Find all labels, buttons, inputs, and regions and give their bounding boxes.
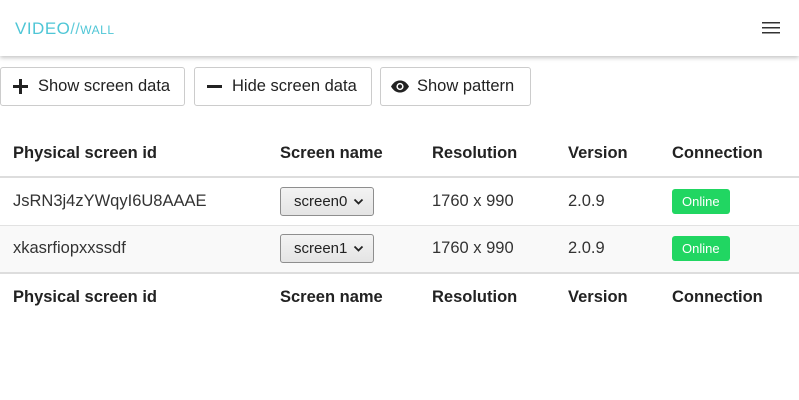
table-row: JsRN3j4zYWqyI6U8AAAE screen0 1760 x 990 … bbox=[0, 177, 799, 225]
footer-col-version: Version bbox=[568, 287, 628, 306]
minus-icon bbox=[206, 78, 223, 95]
footer-col-screen-name: Screen name bbox=[280, 287, 383, 306]
footer-col-connection: Connection bbox=[672, 287, 763, 306]
col-resolution[interactable]: Resolution bbox=[419, 130, 555, 177]
resolution-cell: 1760 x 990 bbox=[432, 239, 514, 258]
table-body: JsRN3j4zYWqyI6U8AAAE screen0 1760 x 990 … bbox=[0, 177, 799, 273]
col-connection[interactable]: Connection bbox=[659, 130, 799, 177]
connection-cell: Online bbox=[659, 225, 799, 273]
hide-screen-data-label: Hide screen data bbox=[232, 77, 357, 95]
table-header: Physical screen id Screen name Resolutio… bbox=[0, 130, 799, 177]
version-cell: 2.0.9 bbox=[568, 239, 605, 258]
table-footer: Physical screen id Screen name Resolutio… bbox=[0, 273, 799, 320]
brand-logo[interactable]: VIDEO//WALL bbox=[15, 19, 115, 40]
show-screen-data-button[interactable]: Show screen data bbox=[0, 67, 185, 106]
status-badge: Online bbox=[672, 236, 730, 262]
version-cell: 2.0.9 bbox=[568, 191, 605, 210]
brand-wall-text: WALL bbox=[80, 23, 115, 37]
physical-screen-id-cell: JsRN3j4zYWqyI6U8AAAE bbox=[13, 191, 207, 210]
show-screen-data-label: Show screen data bbox=[38, 77, 171, 95]
status-badge: Online bbox=[672, 188, 730, 214]
col-version[interactable]: Version bbox=[555, 130, 659, 177]
screen-name-select[interactable]: screen0 bbox=[280, 186, 374, 216]
chevron-down-icon bbox=[353, 243, 364, 254]
brand-video-text: VIDEO bbox=[15, 19, 71, 38]
resolution-cell: 1760 x 990 bbox=[432, 191, 514, 210]
hide-screen-data-button[interactable]: Hide screen data bbox=[194, 67, 372, 106]
plus-icon bbox=[12, 78, 29, 95]
table-row: xkasrfiopxxssdf screen1 1760 x 990 2.0.9… bbox=[0, 225, 799, 273]
screen-name-cell: screen1 bbox=[267, 225, 419, 273]
col-screen-name[interactable]: Screen name bbox=[267, 130, 419, 177]
screen-name-select[interactable]: screen1 bbox=[280, 234, 374, 264]
screens-table: Physical screen id Screen name Resolutio… bbox=[0, 130, 799, 320]
physical-screen-id-cell: xkasrfiopxxssdf bbox=[13, 239, 126, 258]
connection-cell: Online bbox=[659, 177, 799, 225]
chevron-down-icon bbox=[353, 196, 364, 207]
screen-name-value: screen0 bbox=[294, 192, 348, 210]
header-row: Physical screen id Screen name Resolutio… bbox=[0, 130, 799, 177]
col-physical-screen-id[interactable]: Physical screen id bbox=[0, 130, 267, 177]
hamburger-menu-icon[interactable] bbox=[756, 16, 786, 40]
screen-name-cell: screen0 bbox=[267, 177, 419, 225]
brand-slash-text: // bbox=[70, 21, 81, 38]
show-pattern-button[interactable]: Show pattern bbox=[380, 67, 531, 106]
screen-name-value: screen1 bbox=[294, 240, 348, 258]
show-pattern-label: Show pattern bbox=[417, 77, 515, 95]
footer-row: Physical screen id Screen name Resolutio… bbox=[0, 273, 799, 320]
eye-icon bbox=[390, 78, 410, 95]
footer-col-physical-screen-id: Physical screen id bbox=[13, 287, 157, 306]
top-navbar: VIDEO//WALL bbox=[0, 0, 799, 56]
footer-col-resolution: Resolution bbox=[432, 287, 518, 306]
